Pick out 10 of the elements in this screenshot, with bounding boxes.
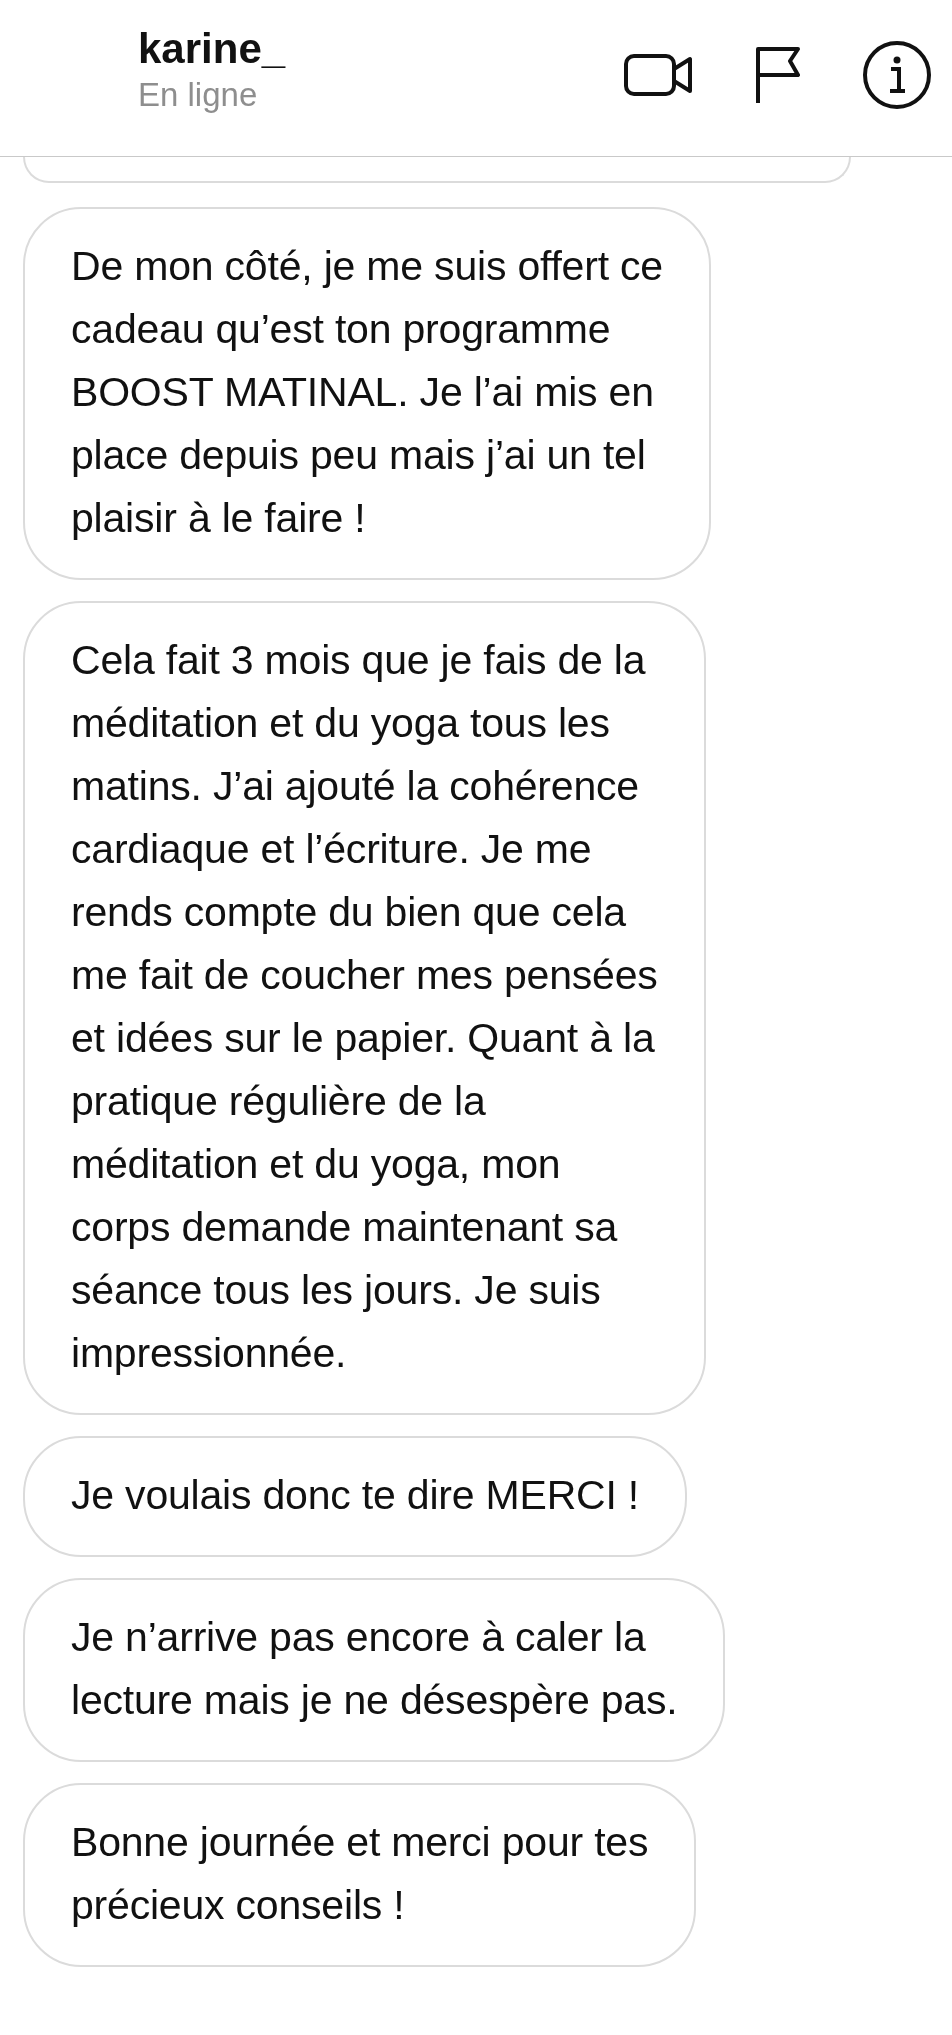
message-text: Je voulais donc te dire MERCI ! — [71, 1471, 640, 1520]
flag-icon[interactable] — [754, 45, 802, 105]
contact-name: karine_ — [138, 24, 286, 74]
message-text: Je n’arrive pas encore à caler la lecture mais je ne désespère pas. — [71, 1613, 678, 1725]
message-text: Bonne journée et merci pour tes précieux conseils ! — [71, 1818, 649, 1930]
info-icon[interactable] — [862, 40, 932, 110]
message-text: De mon côté, je me suis offert ce cadeau qu’est ton programme BOOST MATINAL. Je l’ai mis en place depuis peu mais j’ai un tel plaisir à le faire ! — [71, 242, 663, 543]
video-camera-icon[interactable] — [624, 52, 694, 98]
online-status: En ligne — [138, 75, 259, 115]
message-text: Cela fait 3 mois que je fais de la méditation et du yoga tous les matins. J’ai ajouté la cohérence cardiaque et l’écriture. Je me rends compte du bien que cela me fait de coucher mes pensées et idées sur le papier. Quant à la pratique régulière de la méditation et du yoga, mon corps demande maintenant sa séance tous les jours. Je suis impressionnée. — [71, 636, 658, 1378]
